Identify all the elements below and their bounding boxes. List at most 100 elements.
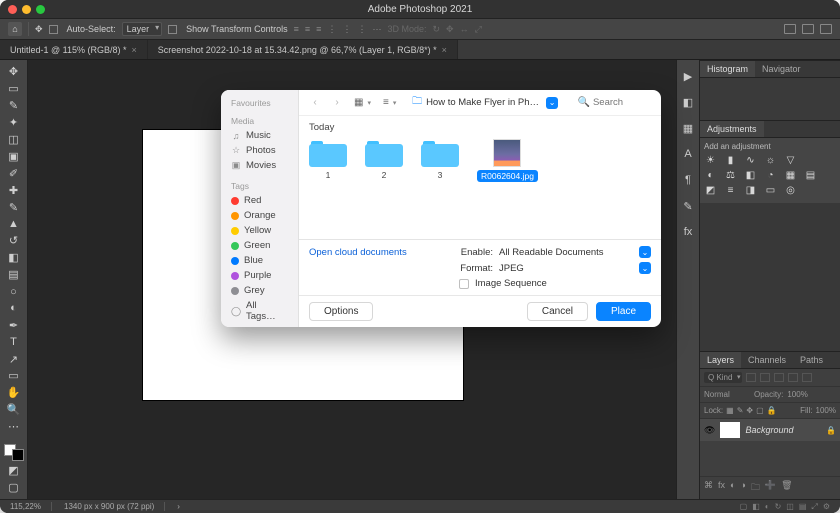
opacity-value[interactable]: 100% <box>787 390 807 399</box>
chevron-updown-icon[interactable]: ⌄ <box>639 262 651 274</box>
icon-view-button[interactable]: ▦ <box>351 97 374 108</box>
wand-tool[interactable]: ✦ <box>3 115 25 131</box>
status-icon[interactable]: ⚙ <box>823 502 830 512</box>
place-button[interactable]: Place <box>596 302 651 321</box>
align-icon[interactable]: ≡ <box>316 24 321 34</box>
auto-select-checkbox[interactable] <box>49 25 58 34</box>
channels-tab[interactable]: Channels <box>741 352 793 368</box>
sidebar-item-music[interactable]: ♫Music <box>221 128 298 143</box>
format-dropdown[interactable]: JPEG <box>499 263 633 274</box>
distribute-icon[interactable]: ⋮ <box>357 24 366 35</box>
hue-sat-icon[interactable]: ◐ <box>704 169 717 181</box>
location-dropdown[interactable]: 🗀 How to Make Flyer in Ph… ⌄ <box>412 94 558 111</box>
filter-shape-icon[interactable] <box>788 373 798 382</box>
exposure-icon[interactable]: ☼ <box>764 154 777 166</box>
blend-mode-dropdown[interactable]: Normal <box>704 390 750 399</box>
pen-tool[interactable]: ✒ <box>3 317 25 333</box>
file-item-folder[interactable]: 1 <box>309 139 347 182</box>
path-tool[interactable]: ↗ <box>3 351 25 367</box>
search-input[interactable] <box>593 97 653 108</box>
brush-panel-icon[interactable]: ✎ <box>680 198 696 214</box>
status-icon[interactable]: ◫ <box>786 502 794 512</box>
vibrance-icon[interactable]: ▽ <box>784 154 797 166</box>
histogram-tab[interactable]: Histogram <box>700 61 755 77</box>
status-icon[interactable]: ⤢ <box>811 502 817 512</box>
type-tool[interactable]: T <box>3 334 25 350</box>
posterize-icon[interactable]: ≡ <box>724 184 737 196</box>
stamp-tool[interactable]: ▲ <box>3 216 25 232</box>
paragraph-panel-icon[interactable]: ¶ <box>680 172 696 188</box>
paths-tab[interactable]: Paths <box>793 352 830 368</box>
distribute-icon[interactable]: ⋮ <box>342 24 351 35</box>
image-sequence-checkbox[interactable] <box>459 279 469 289</box>
threshold-icon[interactable]: ◨ <box>744 184 757 196</box>
sidebar-tag-purple[interactable]: Purple <box>221 268 298 283</box>
lookup-icon[interactable]: ▤ <box>804 169 817 181</box>
file-item-folder[interactable]: 3 <box>421 139 459 182</box>
status-icon[interactable]: ↻ <box>775 502 782 512</box>
photo-filter-icon[interactable]: ◔ <box>764 169 777 181</box>
marquee-tool[interactable]: ▭ <box>3 81 25 97</box>
crop-tool[interactable]: ◫ <box>3 132 25 148</box>
color-balance-icon[interactable]: ⚖ <box>724 169 737 181</box>
sidebar-all-tags[interactable]: ◯All Tags… <box>221 298 298 324</box>
play-icon[interactable]: ▶ <box>680 68 696 84</box>
link-layers-icon[interactable]: ⌘ <box>704 480 713 496</box>
blur-tool[interactable]: ○ <box>3 284 25 300</box>
delete-layer-icon[interactable]: 🗑 <box>781 480 792 496</box>
file-item-image[interactable]: R0062604.jpg <box>477 139 538 182</box>
history-brush-tool[interactable]: ↺ <box>3 233 25 249</box>
bw-icon[interactable]: ◧ <box>744 169 757 181</box>
styles-panel-icon[interactable]: fx <box>680 224 696 240</box>
gradient-tool[interactable]: ▤ <box>3 267 25 283</box>
new-group-icon[interactable]: 🗀 <box>751 480 760 496</box>
options-button[interactable]: Options <box>309 302 373 321</box>
auto-select-dropdown[interactable]: Layer <box>122 22 163 36</box>
group-view-button[interactable]: ≡ <box>380 97 399 108</box>
cancel-button[interactable]: Cancel <box>527 302 588 321</box>
status-icon[interactable]: ◧ <box>752 502 760 512</box>
color-swatches[interactable] <box>4 444 24 462</box>
fill-value[interactable]: 100% <box>816 406 836 415</box>
gradient-map-icon[interactable]: ▭ <box>764 184 777 196</box>
close-tab-icon[interactable]: × <box>132 45 137 55</box>
search-field[interactable]: 🔍 <box>578 97 653 108</box>
sidebar-tag-yellow[interactable]: Yellow <box>221 223 298 238</box>
layer-style-icon[interactable]: fx <box>718 480 725 496</box>
zoom-level[interactable]: 115,22% <box>10 502 52 511</box>
move-tool[interactable]: ✥ <box>3 64 25 80</box>
status-icon[interactable]: ▤ <box>799 502 807 512</box>
sidebar-tag-green[interactable]: Green <box>221 238 298 253</box>
brightness-contrast-icon[interactable]: ☀ <box>704 154 717 166</box>
lock-artboard-icon[interactable]: ▢ <box>756 406 764 415</box>
new-layer-icon[interactable]: ➕ <box>765 480 776 496</box>
sidebar-tag-grey[interactable]: Grey <box>221 283 298 298</box>
filter-adjust-icon[interactable] <box>760 373 770 382</box>
layer-thumbnail[interactable] <box>720 422 740 438</box>
brush-tool[interactable]: ✎ <box>3 199 25 215</box>
home-icon[interactable]: ⌂ <box>8 22 22 36</box>
lock-position-icon[interactable]: ✥ <box>746 406 753 415</box>
distribute-icon[interactable]: ⋮ <box>327 24 336 35</box>
curves-icon[interactable]: ∿ <box>744 154 757 166</box>
layer-filter-dropdown[interactable]: Q Kind <box>704 372 742 383</box>
chevron-right-icon[interactable]: › <box>177 502 180 511</box>
enable-dropdown[interactable]: All Readable Documents <box>499 247 633 258</box>
frame-tool[interactable]: ▣ <box>3 148 25 164</box>
filter-type-icon[interactable] <box>774 373 784 382</box>
layer-name[interactable]: Background <box>745 425 793 435</box>
share-icon[interactable] <box>820 24 832 34</box>
zoom-tool[interactable]: 🔍 <box>3 402 25 418</box>
doc-info[interactable]: 1340 px x 900 px (72 ppi) <box>64 502 165 511</box>
back-button[interactable]: ‹ <box>307 95 323 111</box>
sidebar-item-movies[interactable]: ▣Movies <box>221 158 298 173</box>
status-icon[interactable]: ◐ <box>765 502 770 512</box>
forward-button[interactable]: › <box>329 95 345 111</box>
channel-mixer-icon[interactable]: ▦ <box>784 169 797 181</box>
filter-pixel-icon[interactable] <box>746 373 756 382</box>
eraser-tool[interactable]: ◧ <box>3 250 25 266</box>
quick-mask-icon[interactable]: ◩ <box>3 462 25 478</box>
open-cloud-documents-link[interactable]: Open cloud documents <box>309 247 441 258</box>
lock-image-icon[interactable]: ✎ <box>737 406 744 415</box>
status-icon[interactable]: ▢ <box>740 502 748 512</box>
